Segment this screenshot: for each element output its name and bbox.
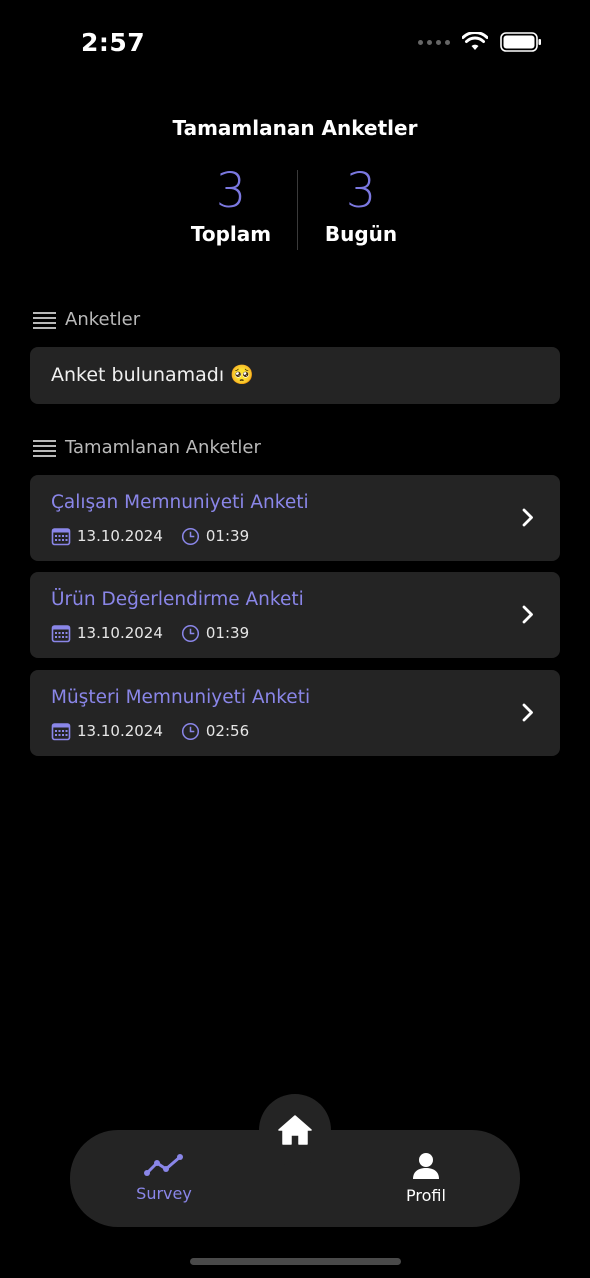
survey-meta: 13.10.2024 01:39 xyxy=(51,526,249,546)
completed-survey-item[interactable]: Çalışan Memnuniyeti Anketi 13.10.2024 01… xyxy=(30,475,560,561)
home-button[interactable] xyxy=(259,1094,331,1166)
completed-section-header: Tamamlanan Anketler xyxy=(33,437,261,458)
survey-date: 13.10.2024 xyxy=(77,722,163,740)
today-stat: 3 Bugün xyxy=(301,162,421,246)
list-icon xyxy=(33,438,56,458)
calendar-icon xyxy=(51,528,71,546)
survey-title: Müşteri Memnuniyeti Anketi xyxy=(51,687,311,708)
survey-title: Ürün Değerlendirme Anketi xyxy=(51,589,304,610)
completed-survey-item[interactable]: Müşteri Memnuniyeti Anketi 13.10.2024 02… xyxy=(30,670,560,756)
empty-message: Anket bulunamadı 🥺 xyxy=(51,364,254,386)
completed-survey-item[interactable]: Ürün Değerlendirme Anketi 13.10.2024 01:… xyxy=(30,572,560,658)
total-label: Toplam xyxy=(190,222,272,246)
person-icon xyxy=(413,1153,439,1179)
today-count: 3 xyxy=(345,163,377,219)
status-time: 2:57 xyxy=(81,28,146,57)
calendar-icon xyxy=(51,625,71,643)
today-label: Bugün xyxy=(324,222,398,246)
tab-profil[interactable]: Profil xyxy=(366,1152,486,1205)
surveys-section-header: Anketler xyxy=(33,309,140,330)
chevron-right-icon xyxy=(522,508,533,527)
survey-time: 02:56 xyxy=(205,722,250,740)
survey-date: 13.10.2024 xyxy=(77,527,163,545)
battery-icon xyxy=(500,32,542,52)
wifi-icon xyxy=(462,32,488,52)
clock-icon xyxy=(181,722,199,740)
survey-date: 13.10.2024 xyxy=(77,624,163,642)
stats-divider xyxy=(297,170,298,250)
survey-title: Çalışan Memnuniyeti Anketi xyxy=(51,492,309,513)
empty-surveys-card: Anket bulunamadı 🥺 xyxy=(30,347,560,404)
clock-icon xyxy=(181,624,199,642)
status-icons xyxy=(418,32,542,52)
survey-time: 01:39 xyxy=(205,527,250,545)
tab-profil-label: Profil xyxy=(406,1186,446,1205)
survey-meta: 13.10.2024 01:39 xyxy=(51,623,249,643)
survey-time: 01:39 xyxy=(205,624,250,642)
total-stat: 3 Toplam xyxy=(171,162,291,246)
home-indicator[interactable] xyxy=(190,1258,401,1265)
total-count: 3 xyxy=(215,163,247,219)
list-icon xyxy=(33,310,56,330)
surveys-section-title: Anketler xyxy=(65,309,141,330)
clock-icon xyxy=(181,527,199,545)
chart-line-icon xyxy=(144,1154,183,1176)
stats-title: Tamamlanan Anketler xyxy=(172,116,418,140)
completed-section-title: Tamamlanan Anketler xyxy=(65,437,261,458)
tab-survey-label: Survey xyxy=(136,1184,192,1203)
chevron-right-icon xyxy=(522,703,533,722)
signal-icon xyxy=(418,39,450,45)
calendar-icon xyxy=(51,723,71,741)
survey-meta: 13.10.2024 02:56 xyxy=(51,721,249,741)
chevron-right-icon xyxy=(522,605,533,624)
home-icon xyxy=(278,1115,312,1145)
tab-survey[interactable]: Survey xyxy=(104,1152,224,1203)
